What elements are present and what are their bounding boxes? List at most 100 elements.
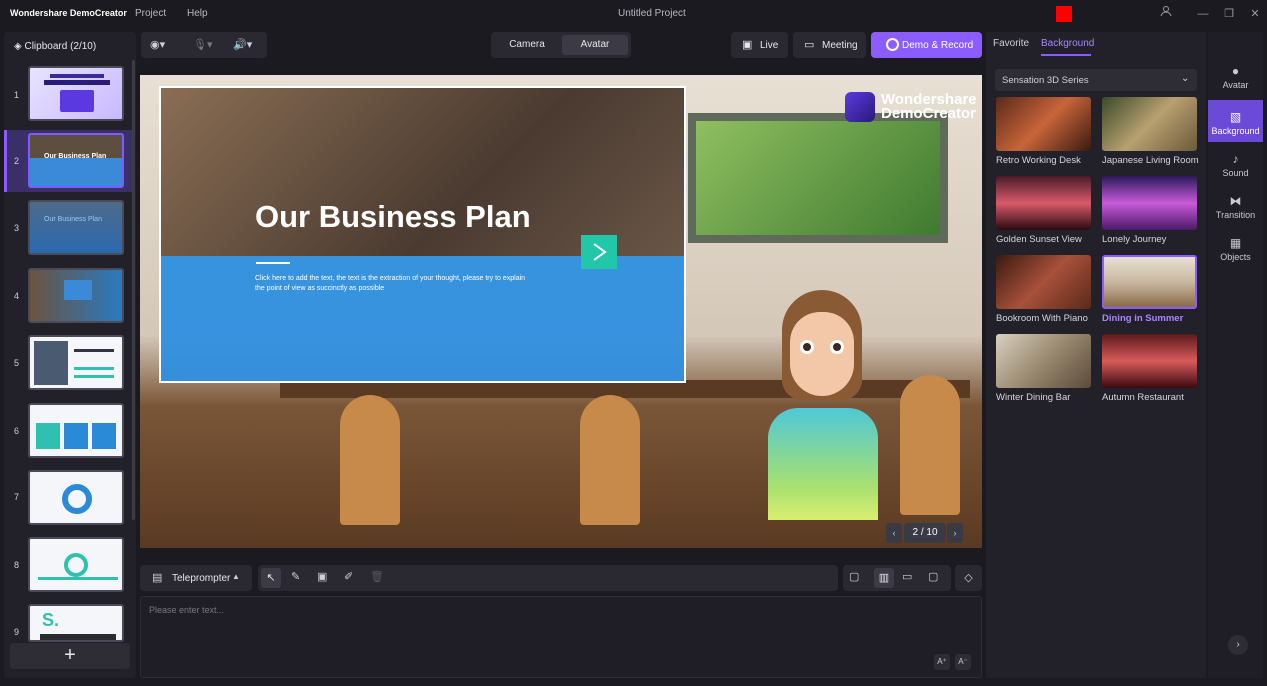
project-title: Untitled Project (618, 8, 686, 19)
background-label-selected: Dining in Summer (1102, 313, 1184, 324)
play-arrow-icon[interactable] (581, 235, 617, 269)
slide-thumbnail[interactable] (28, 268, 124, 323)
sidebar-item-label: Objects (1220, 252, 1251, 262)
font-increase-icon[interactable]: A⁺ (934, 654, 950, 670)
background-thumb-japanese-living-room[interactable] (1102, 97, 1197, 151)
slide-thumbnail[interactable] (28, 66, 124, 121)
record-indicator (1056, 6, 1072, 22)
sidebar-item-objects[interactable]: ▦ Objects (1208, 236, 1263, 276)
delete-icon[interactable]: 🗑 (370, 570, 384, 583)
objects-icon: ▦ (1229, 236, 1242, 250)
preview-stage[interactable]: Wondershare DemoCreator Our Business Pla… (140, 75, 982, 548)
teleprompter-placeholder: Please enter text... (149, 605, 225, 615)
avatar-tab[interactable]: Avatar (562, 35, 628, 55)
meeting-icon: ▭ (804, 39, 815, 51)
close-icon[interactable]: ✕ (1246, 5, 1264, 23)
avatar-icon: ● (1231, 64, 1240, 78)
teleprompter-icon: ▤ (152, 572, 163, 584)
sidebar-item-transition[interactable]: ⧓ Transition (1208, 194, 1263, 234)
background-thumb-bookroom-with-piano[interactable] (996, 255, 1091, 309)
slide-thumbnail[interactable] (28, 403, 124, 458)
minimize-icon[interactable]: — (1194, 5, 1212, 23)
series-dropdown[interactable]: Sensation 3D Series ⌄ (995, 69, 1197, 91)
series-label: Sensation 3D Series (1002, 75, 1089, 86)
add-slide-button[interactable]: + (10, 643, 130, 669)
chair-image (340, 395, 400, 525)
demo-record-button[interactable]: Demo & Record (871, 32, 982, 58)
menu-help[interactable]: Help (187, 8, 208, 19)
background-thumb-retro-working-desk[interactable] (996, 97, 1091, 151)
layout-split-icon[interactable]: ▥ (874, 568, 894, 588)
window-image (688, 113, 948, 243)
slide-body-text: Click here to add the text, the text is … (255, 275, 526, 292)
right-sidebar: ● Avatar ▧ Background ♪ Sound ⧓ Transiti… (1208, 32, 1263, 678)
expand-panel-button[interactable]: › (1228, 635, 1248, 655)
account-icon[interactable] (1157, 5, 1175, 23)
text-box-icon[interactable]: ▣ (317, 570, 327, 583)
slide-thumbnail[interactable] (28, 470, 124, 525)
slide-thumbnail[interactable] (28, 335, 124, 390)
slide-number: 6 (14, 426, 20, 436)
slide-overlay[interactable]: Our Business Plan Click here to add the … (159, 86, 686, 383)
speaker-icon[interactable]: 🔊▾ (233, 38, 252, 51)
slide-number: 1 (14, 90, 20, 100)
chair-image (580, 395, 640, 525)
music-note-icon: ♪ (1232, 152, 1239, 166)
device-toolbar: ◉▾ 🎙▾ 🔊▾ (141, 32, 267, 58)
annotation-toolbar: ↖ ✎ ▣ ✐ 🗑 (258, 565, 838, 591)
caret-up-icon: ▲ (232, 572, 240, 581)
camera-tab[interactable]: Camera (494, 35, 560, 55)
menu-project[interactable]: Project (135, 8, 166, 19)
pen-icon[interactable]: ✎ (291, 570, 300, 583)
avatar-face (790, 312, 854, 396)
teleprompter-label: Teleprompter (172, 573, 231, 584)
background-label: Retro Working Desk (996, 155, 1081, 166)
slide-number: 4 (14, 291, 20, 301)
avatar-shirt (768, 408, 878, 520)
avatar-figure[interactable] (760, 290, 885, 548)
logo-text: Wondershare DemoCreator (881, 92, 977, 121)
background-thumb-autumn-restaurant[interactable] (1102, 334, 1197, 388)
background-icon: ▧ (1229, 110, 1242, 124)
live-button[interactable]: ▣ Live (731, 32, 788, 58)
edit-slide-icon[interactable]: ✐ (344, 570, 353, 583)
layout-avatar-only-icon[interactable]: ▢ (928, 570, 938, 583)
background-label: Japanese Living Room (1102, 155, 1199, 166)
font-decrease-icon[interactable]: A⁻ (955, 654, 971, 670)
slide-thumbnail[interactable]: S. (28, 604, 124, 642)
mode-switch: Camera Avatar (491, 32, 631, 58)
teleprompter-text-area[interactable]: Please enter text... A⁺ A⁻ (140, 596, 982, 678)
background-label: Lonely Journey (1102, 234, 1167, 245)
prev-page-button[interactable]: ‹ (886, 523, 902, 543)
background-label: Golden Sunset View (996, 234, 1082, 245)
slide-number: 7 (14, 492, 20, 502)
slide-thumbnail[interactable]: Our Business Plan (28, 200, 124, 255)
record-icon (886, 38, 899, 51)
background-thumb-golden-sunset-view[interactable] (996, 176, 1091, 230)
background-thumb-lonely-journey[interactable] (1102, 176, 1197, 230)
slide-title: Our Business Plan (255, 199, 531, 234)
tab-favorite[interactable]: Favorite (993, 38, 1029, 49)
background-thumb-dining-in-summer[interactable] (1102, 255, 1197, 309)
tab-underline (1041, 54, 1091, 56)
restore-icon[interactable]: ❐ (1220, 5, 1238, 23)
page-indicator: 2 / 10 (904, 523, 946, 543)
microphone-icon[interactable]: 🎙▾ (193, 38, 213, 51)
layout-avatar-left-icon[interactable]: ▢ (849, 570, 859, 583)
webcam-icon[interactable]: ◉▾ (150, 38, 165, 51)
clipboard-scrollbar[interactable] (132, 60, 135, 520)
slide-thumbnail[interactable]: Our Business Plan (28, 133, 124, 188)
meeting-button[interactable]: ▭ Meeting (793, 32, 866, 58)
sidebar-item-background[interactable]: ▧ Background (1208, 100, 1263, 142)
layout-screen-only-icon[interactable]: ▭ (902, 570, 912, 583)
tab-background[interactable]: Background (1041, 38, 1094, 49)
slide-thumbnail[interactable] (28, 537, 124, 592)
slide-divider (256, 262, 290, 264)
background-thumb-winter-dining-bar[interactable] (996, 334, 1091, 388)
cursor-icon[interactable]: ↖ (261, 568, 281, 588)
shapes-icon[interactable]: ◇ (955, 565, 982, 591)
teleprompter-dropdown[interactable]: ▤ Teleprompter ▲ (140, 565, 252, 591)
sidebar-item-sound[interactable]: ♪ Sound (1208, 152, 1263, 192)
sidebar-item-avatar[interactable]: ● Avatar (1208, 64, 1263, 104)
next-page-button[interactable]: › (947, 523, 963, 543)
